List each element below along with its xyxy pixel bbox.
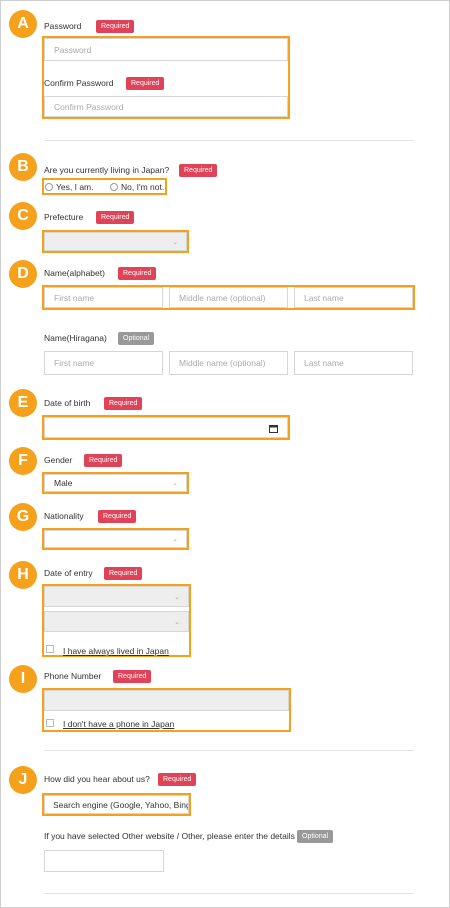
- no-phone-checkbox[interactable]: [46, 719, 54, 727]
- marker-g: G: [9, 503, 37, 531]
- hiragana-first-name-input[interactable]: First name: [44, 351, 163, 375]
- phone-required-badge: Required: [113, 670, 152, 683]
- nationality-select[interactable]: ⌄: [44, 530, 187, 548]
- confirm-password-label: Confirm Password: [44, 78, 114, 88]
- nationality-label: Nationality: [44, 511, 84, 521]
- last-name-input[interactable]: Last name: [294, 287, 413, 308]
- password-input[interactable]: Password: [44, 38, 288, 61]
- date-of-entry-required-badge: Required: [104, 567, 143, 580]
- divider: [44, 750, 414, 751]
- divider: [44, 140, 414, 141]
- yes-radio[interactable]: [45, 183, 53, 191]
- prefecture-required-badge: Required: [96, 211, 135, 224]
- marker-b: B: [9, 153, 37, 181]
- name-alphabet-label: Name(alphabet): [44, 268, 105, 278]
- marker-i: I: [9, 665, 37, 693]
- hiragana-middle-name-input[interactable]: Middle name (optional): [169, 351, 288, 375]
- marker-e: E: [9, 389, 37, 417]
- yes-radio-label[interactable]: Yes, I am.: [56, 182, 93, 192]
- phone-label: Phone Number: [44, 671, 102, 681]
- chevron-down-icon: ⌄: [174, 593, 180, 601]
- name-hiragana-optional-badge: Optional: [118, 332, 155, 345]
- marker-h: H: [9, 561, 37, 589]
- always-lived-checkbox-label[interactable]: I have always lived in Japan: [63, 646, 169, 656]
- no-radio[interactable]: [110, 183, 118, 191]
- marker-f: F: [9, 447, 37, 475]
- hear-about-select[interactable]: Search engine (Google, Yahoo, Bing): [44, 795, 189, 814]
- name-alphabet-required-badge: Required: [118, 267, 157, 280]
- gender-required-badge: Required: [84, 454, 123, 467]
- other-details-input[interactable]: [44, 850, 164, 872]
- chevron-down-icon: ⌄: [172, 238, 178, 246]
- living-in-japan-label: Are you currently living in Japan?: [44, 165, 170, 175]
- other-details-label: If you have selected Other website / Oth…: [44, 831, 295, 841]
- name-hiragana-label: Name(Hiragana): [44, 333, 107, 343]
- date-of-entry-label: Date of entry: [44, 568, 93, 578]
- hear-about-label: How did you hear about us?: [44, 774, 150, 784]
- gender-label: Gender: [44, 455, 73, 465]
- marker-j: J: [9, 766, 37, 794]
- marker-d: D: [9, 260, 37, 288]
- confirm-password-required-badge: Required: [126, 77, 165, 90]
- calendar-icon[interactable]: [269, 424, 278, 433]
- page-frame: [0, 0, 450, 908]
- no-radio-label[interactable]: No, I'm not.: [121, 182, 164, 192]
- hiragana-last-name-input[interactable]: Last name: [294, 351, 413, 375]
- other-details-optional-badge: Optional: [297, 830, 334, 843]
- confirm-password-input[interactable]: Confirm Password: [44, 96, 288, 117]
- living-required-badge: Required: [179, 164, 218, 177]
- marker-a: A: [9, 10, 37, 38]
- first-name-input[interactable]: First name: [44, 287, 163, 308]
- hear-about-required-badge: Required: [158, 773, 197, 786]
- no-phone-checkbox-label[interactable]: I don't have a phone in Japan: [63, 719, 174, 729]
- marker-c: C: [9, 202, 37, 230]
- nationality-required-badge: Required: [98, 510, 137, 523]
- chevron-down-icon: ⌄: [172, 480, 178, 487]
- prefecture-label: Prefecture: [44, 212, 84, 222]
- phone-input[interactable]: [44, 690, 289, 711]
- chevron-down-icon: ⌄: [172, 536, 178, 543]
- date-of-birth-input[interactable]: [44, 417, 288, 438]
- date-of-birth-required-badge: Required: [104, 397, 143, 410]
- prefecture-select[interactable]: ⌄: [44, 232, 187, 251]
- always-lived-checkbox[interactable]: [46, 645, 54, 653]
- chevron-down-icon: ⌄: [174, 618, 180, 626]
- password-label: Password: [44, 21, 82, 31]
- entry-month-select[interactable]: ⌄: [44, 611, 189, 632]
- gender-select[interactable]: Male ⌄: [44, 474, 187, 492]
- password-required-badge: Required: [96, 20, 135, 33]
- entry-year-select[interactable]: ⌄: [44, 586, 189, 607]
- date-of-birth-label: Date of birth: [44, 398, 91, 408]
- divider: [44, 893, 414, 894]
- middle-name-input[interactable]: Middle name (optional): [169, 287, 288, 308]
